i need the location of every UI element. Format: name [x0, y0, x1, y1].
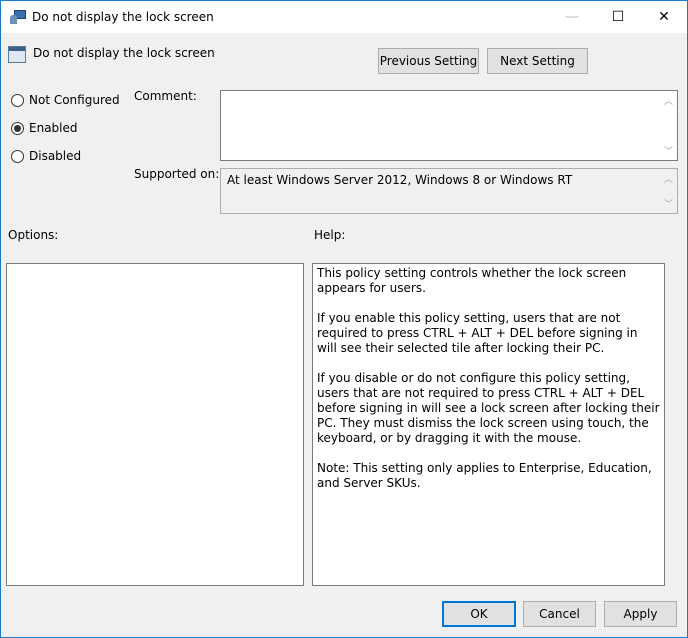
help-paragraph: If you disable or do not configure this …	[317, 371, 660, 445]
help-paragraph: This policy setting controls whether the…	[317, 266, 627, 295]
help-scrollbar-area	[665, 263, 682, 586]
comment-textarea[interactable]: ︿ ﹀	[220, 90, 678, 161]
ok-button[interactable]: OK	[442, 601, 516, 627]
previous-setting-button[interactable]: Previous Setting	[378, 48, 479, 74]
title-bar: Do not display the lock screen — ☐ ✕	[1, 1, 687, 33]
radio-disabled[interactable]: Disabled	[11, 149, 81, 163]
supported-scrollbar[interactable]: ︿ ﹀	[660, 169, 677, 213]
options-label: Options:	[8, 228, 59, 242]
close-button[interactable]: ✕	[641, 1, 687, 33]
policy-dialog: Do not display the lock screen — ☐ ✕ Do …	[0, 0, 688, 638]
window-title: Do not display the lock screen	[32, 10, 214, 24]
policy-app-icon	[10, 9, 26, 25]
radio-circle[interactable]	[11, 93, 24, 107]
radio-label: Not Configured	[29, 93, 120, 107]
policy-name: Do not display the lock screen	[33, 46, 215, 60]
help-panel: This policy setting controls whether the…	[312, 263, 665, 586]
comment-scrollbar[interactable]: ︿ ﹀	[660, 91, 677, 160]
radio-circle[interactable]	[11, 149, 24, 163]
radio-enabled[interactable]: Enabled	[11, 121, 78, 135]
radio-label: Enabled	[29, 121, 78, 135]
next-setting-button[interactable]: Next Setting	[487, 48, 588, 74]
help-label: Help:	[314, 228, 346, 242]
cancel-button[interactable]: Cancel	[523, 601, 596, 627]
supported-on-value: At least Windows Server 2012, Windows 8 …	[227, 173, 573, 187]
radio-circle-selected[interactable]	[11, 121, 24, 135]
minimize-button[interactable]: —	[549, 1, 595, 33]
help-paragraph: Note: This setting only applies to Enter…	[317, 461, 652, 490]
radio-label: Disabled	[29, 149, 82, 163]
radio-not-configured[interactable]: Not Configured	[11, 93, 120, 107]
policy-setting-icon	[8, 46, 26, 63]
supported-on-label: Supported on:	[134, 167, 220, 181]
comment-label: Comment:	[134, 89, 197, 103]
maximize-button[interactable]: ☐	[595, 1, 641, 33]
help-paragraph: If you enable this policy setting, users…	[317, 311, 638, 355]
options-panel	[6, 263, 304, 586]
supported-on-field: At least Windows Server 2012, Windows 8 …	[220, 168, 678, 214]
apply-button[interactable]: Apply	[604, 601, 677, 627]
